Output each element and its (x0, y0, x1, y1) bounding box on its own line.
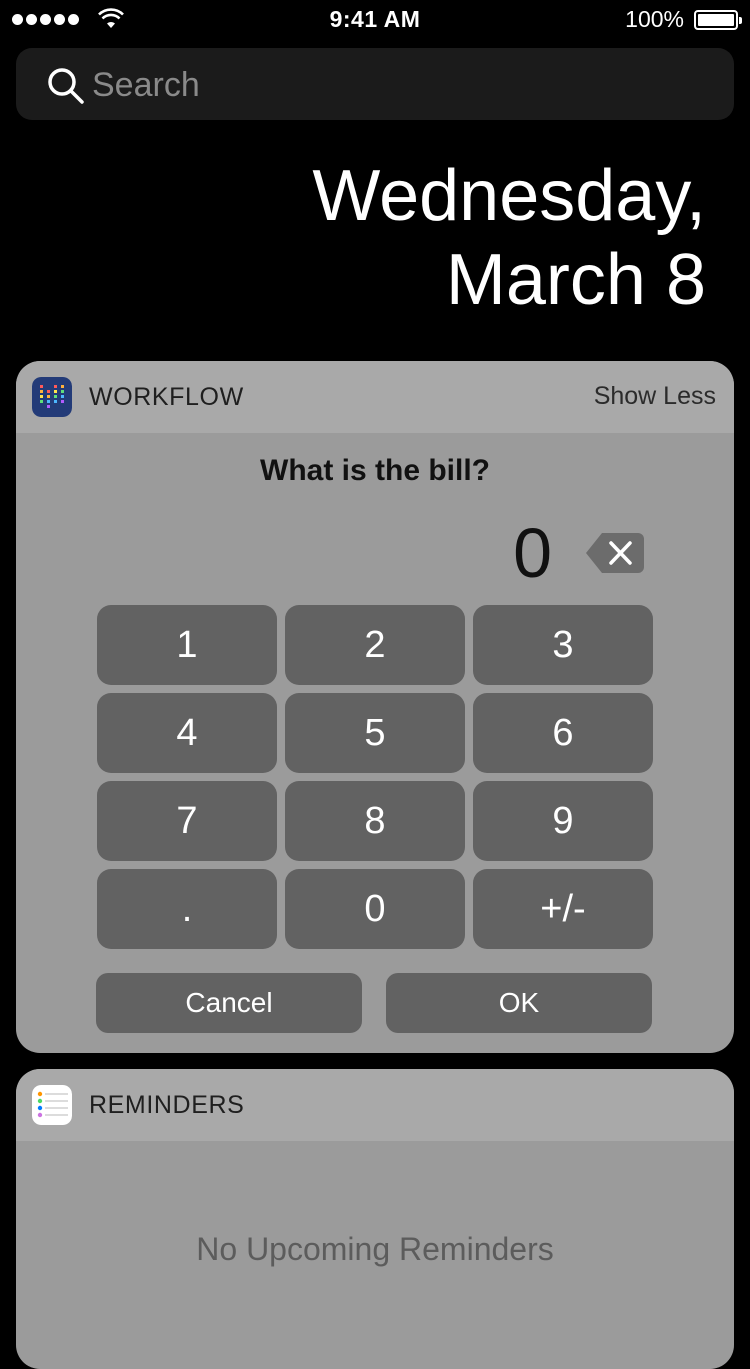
key-plus-minus[interactable]: +/- (473, 869, 653, 949)
reminders-app-icon (32, 1085, 72, 1125)
cancel-button[interactable]: Cancel (96, 973, 362, 1033)
key-8[interactable]: 8 (285, 781, 465, 861)
date-month-day: March 8 (445, 240, 706, 320)
key-7[interactable]: 7 (97, 781, 277, 861)
reminders-widget-header: REMINDERS (16, 1069, 734, 1141)
key-3[interactable]: 3 (473, 605, 653, 685)
no-reminders-message: No Upcoming Reminders (196, 1231, 554, 1267)
workflow-app-icon (32, 377, 72, 417)
key-6[interactable]: 6 (473, 693, 653, 773)
number-keypad: 1 2 3 4 5 6 7 8 9 . 0 +/- (97, 605, 653, 949)
battery-icon (694, 10, 742, 30)
workflow-widget-header: WORKFLOW Show Less (16, 361, 734, 433)
key-4[interactable]: 4 (97, 693, 277, 773)
number-display: 0 (513, 514, 552, 592)
show-less-button[interactable]: Show Less (594, 382, 716, 411)
key-1[interactable]: 1 (97, 605, 277, 685)
date-heading: Wednesday, March 8 (312, 154, 706, 322)
workflow-widget-title: WORKFLOW (89, 383, 244, 411)
workflow-widget: WORKFLOW Show Less What is the bill? 0 1… (16, 361, 734, 1053)
status-bar: 9:41 AM 100% (0, 0, 750, 40)
date-weekday: Wednesday, (312, 156, 706, 236)
key-0[interactable]: 0 (285, 869, 465, 949)
key-decimal[interactable]: . (97, 869, 277, 949)
action-buttons: Cancel OK (96, 973, 652, 1033)
key-2[interactable]: 2 (285, 605, 465, 685)
input-prompt: What is the bill? (260, 454, 490, 487)
reminders-widget-title: REMINDERS (89, 1091, 245, 1119)
search-input[interactable] (90, 62, 694, 108)
search-icon (48, 68, 84, 104)
backspace-icon[interactable] (586, 533, 644, 573)
battery-percent: 100% (625, 6, 684, 32)
key-9[interactable]: 9 (473, 781, 653, 861)
reminders-widget: REMINDERS No Upcoming Reminders (16, 1069, 734, 1369)
ok-button[interactable]: OK (386, 973, 652, 1033)
key-5[interactable]: 5 (285, 693, 465, 773)
search-bar[interactable] (16, 48, 734, 120)
